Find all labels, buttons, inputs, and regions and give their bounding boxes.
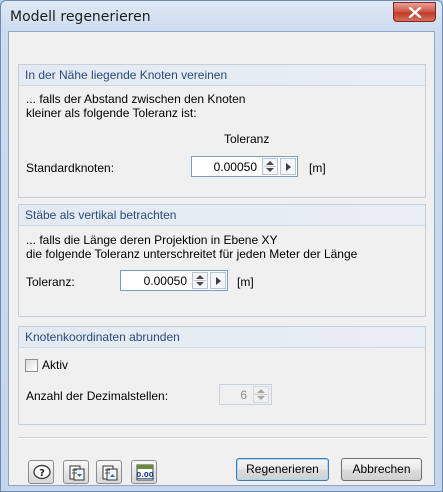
units-icon: 0.00 <box>136 464 154 481</box>
group-header-merge-nodes: In der Nähe liegende Knoten vereinen <box>19 65 425 86</box>
member-tolerance-label: Toleranz: <box>26 275 75 289</box>
tolerance-column-label: Toleranz <box>224 132 270 146</box>
group-header-vertical-members: Stäbe als vertikal betrachten <box>19 205 425 226</box>
import-button[interactable] <box>63 460 89 484</box>
group-round-coordinates: Knotenkoordinaten abrunden Aktiv Anzahl … <box>18 326 426 425</box>
spin-up-down-icon[interactable] <box>192 272 208 289</box>
close-icon <box>408 7 422 18</box>
group-vertical-members: Stäbe als vertikal betrachten ... falls … <box>18 204 426 317</box>
merge-nodes-description-2: kleiner als folgende Toleranz ist: <box>26 106 197 120</box>
active-checkbox-label[interactable]: Aktiv <box>42 358 68 372</box>
units-button[interactable]: 0.00 <box>131 460 157 484</box>
export-button[interactable] <box>96 460 122 484</box>
member-tolerance-unit: [m] <box>237 275 254 289</box>
export-icon <box>102 465 118 481</box>
decimal-places-input[interactable]: 6 <box>219 384 272 405</box>
member-tolerance-input[interactable]: 0.00050 <box>120 270 228 291</box>
standard-nodes-label: Standardknoten: <box>26 161 115 175</box>
standard-nodes-unit: [m] <box>309 161 326 175</box>
vertical-members-description-2: die folgende Toleranz unterschreitet für… <box>26 247 358 261</box>
help-icon: ? <box>33 464 51 480</box>
dialog-client-area: In der Nähe liegende Knoten vereinen ...… <box>8 31 435 486</box>
active-checkbox[interactable] <box>25 359 38 372</box>
svg-text:?: ? <box>39 468 45 479</box>
import-icon <box>69 465 85 481</box>
dropdown-arrow-icon[interactable] <box>210 272 226 289</box>
units-icon-text: 0.00 <box>136 471 153 479</box>
member-tolerance-value: 0.00050 <box>143 274 187 288</box>
spin-up-down-icon[interactable] <box>262 158 278 175</box>
decimal-places-value: 6 <box>240 388 247 402</box>
regenerate-button[interactable]: Regenerieren <box>236 458 329 481</box>
cancel-button[interactable]: Abbrechen <box>341 458 422 481</box>
vertical-members-description-1: ... falls die Länge deren Projektion in … <box>26 233 278 247</box>
merge-nodes-description-1: ... falls der Abstand zwischen den Knote… <box>26 92 246 106</box>
title-bar[interactable]: Modell regenerieren <box>1 1 442 31</box>
footer-divider-highlight <box>18 438 427 439</box>
standard-nodes-tolerance-input[interactable]: 0.00050 <box>191 156 298 177</box>
decimal-places-label: Anzahl der Dezimalstellen: <box>26 389 169 403</box>
standard-nodes-tolerance-value: 0.00050 <box>213 160 257 174</box>
group-merge-nodes: In der Nähe liegende Knoten vereinen ...… <box>18 64 426 198</box>
dropdown-arrow-icon[interactable] <box>280 158 296 175</box>
window-title: Modell regenerieren <box>10 9 151 25</box>
close-button[interactable] <box>393 2 436 22</box>
help-button[interactable]: ? <box>28 460 54 484</box>
group-header-round-coordinates: Knotenkoordinaten abrunden <box>19 327 425 348</box>
dialog-window: Modell regenerieren In der Nähe liegende… <box>0 0 443 492</box>
spin-up-down-icon[interactable] <box>253 386 269 403</box>
